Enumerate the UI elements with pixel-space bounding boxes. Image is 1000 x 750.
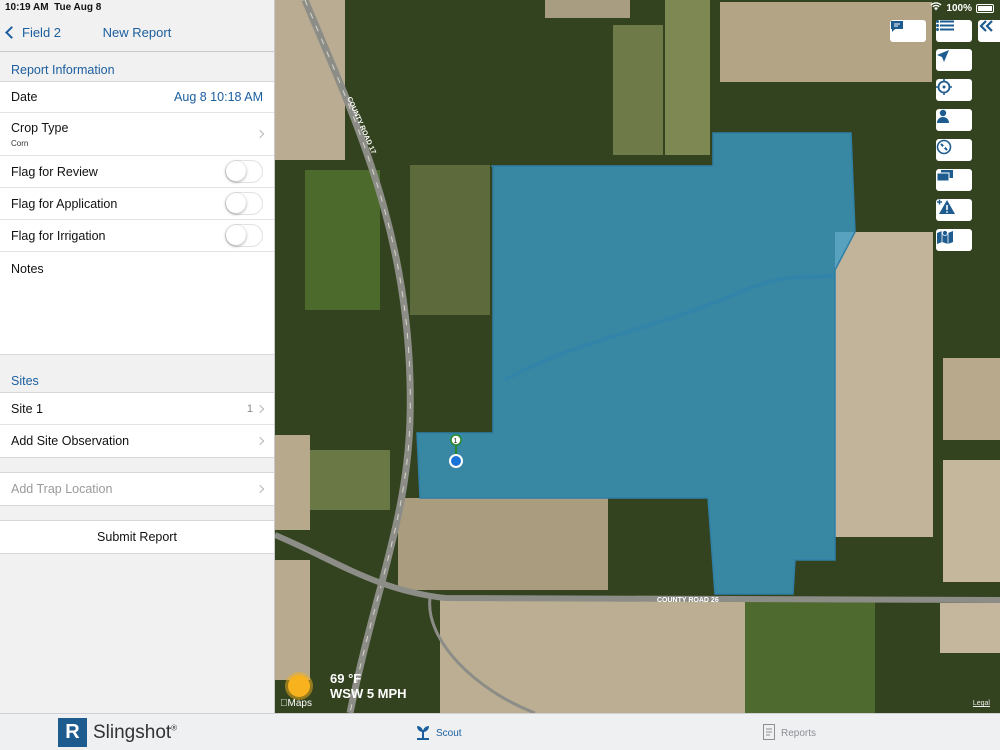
- field-parcel: [665, 0, 710, 155]
- chevron-right-icon: [255, 484, 265, 494]
- sites-group: Site 1 1 Add Site Observation: [0, 392, 274, 458]
- brand-name: Slingshot®: [93, 721, 178, 743]
- chevron-right-icon: [255, 404, 265, 413]
- report-panel: Field 2 New Report Report Information Da…: [0, 0, 275, 713]
- map-book-button[interactable]: [936, 229, 972, 251]
- field-parcel: [720, 2, 932, 82]
- date-label: Date: [11, 90, 38, 104]
- slingshot-logo-icon: R: [58, 718, 87, 747]
- report-info-header: Report Information: [11, 63, 115, 77]
- report-info-group: Date Aug 8 10:18 AM Crop Type Corn Flag …: [0, 81, 274, 355]
- battery-percent: 100%: [946, 2, 972, 14]
- add-trap-location-row[interactable]: Add Trap Location: [0, 473, 274, 505]
- field-parcel: [835, 232, 933, 537]
- trap-group: Add Trap Location: [0, 472, 274, 506]
- field-parcel: [613, 25, 663, 155]
- navigate-button[interactable]: [936, 49, 972, 71]
- chat-button[interactable]: [890, 20, 926, 42]
- scout-icon: [416, 724, 430, 743]
- sites-header: Sites: [11, 374, 39, 388]
- status-right: 100%: [930, 2, 994, 14]
- add-site-observation-row[interactable]: Add Site Observation: [0, 425, 274, 457]
- submit-report-label: Submit Report: [97, 530, 177, 544]
- flag-review-row: Flag for Review: [0, 156, 274, 188]
- field-parcel: [440, 600, 745, 713]
- weather-wind: WSW 5 MPH: [330, 686, 407, 701]
- status-time: 10:19 AM Tue Aug 8: [5, 2, 102, 13]
- crop-type-label: Crop Type: [11, 120, 69, 135]
- notes-label: Notes: [11, 262, 44, 276]
- field-parcel: [943, 460, 1000, 582]
- flag-irrigation-label: Flag for Irrigation: [11, 228, 106, 243]
- wifi-icon: [930, 2, 942, 14]
- tab-bar: R Slingshot® Scout Reports: [0, 713, 1000, 750]
- site-1-count: 1: [246, 402, 253, 415]
- brand-logo: R Slingshot®: [58, 718, 177, 747]
- tab-scout[interactable]: Scout: [416, 724, 462, 743]
- yard: [745, 600, 875, 713]
- tab-reports-label: Reports: [781, 728, 817, 739]
- compass-button[interactable]: [936, 139, 972, 161]
- marker-label: 1: [454, 438, 458, 445]
- sun-icon: [288, 675, 310, 697]
- satellite-imagery: COUNTY ROAD 17 COUNTY ROAD 26 1: [275, 0, 1000, 713]
- submit-report-button[interactable]: Submit Report: [0, 521, 274, 553]
- wetland: [410, 165, 490, 315]
- flag-irrigation-toggle[interactable]: [225, 224, 263, 247]
- tab-scout-label: Scout: [436, 728, 462, 739]
- layers-button[interactable]: [936, 169, 972, 191]
- chevron-right-icon: [255, 129, 265, 139]
- page-title: New Report: [102, 25, 172, 40]
- site-1-row[interactable]: Site 1 1: [0, 393, 274, 425]
- target-button[interactable]: [936, 79, 972, 101]
- crop-type-row[interactable]: Crop Type Corn: [0, 113, 274, 156]
- road-label-26: COUNTY ROAD 26: [657, 597, 719, 604]
- reports-icon: [763, 724, 775, 743]
- flag-review-toggle[interactable]: [225, 160, 263, 183]
- collapse-button[interactable]: [978, 20, 1000, 42]
- add-warning-button[interactable]: [936, 199, 972, 221]
- person-button[interactable]: [936, 109, 972, 131]
- add-trap-location-label: Add Trap Location: [11, 482, 113, 496]
- submit-group: Submit Report: [0, 520, 274, 554]
- apple-maps-logo: Maps: [280, 698, 312, 709]
- site-1-label: Site 1: [11, 401, 43, 416]
- flag-review-label: Flag for Review: [11, 164, 98, 179]
- flag-application-toggle[interactable]: [225, 192, 263, 215]
- date-row[interactable]: Date Aug 8 10:18 AM: [0, 82, 274, 113]
- flag-irrigation-row: Flag for Irrigation: [0, 220, 274, 252]
- list-button[interactable]: [936, 20, 972, 42]
- field-parcel: [275, 560, 310, 680]
- field-parcel: [305, 170, 380, 310]
- battery-icon: [976, 3, 994, 13]
- field-parcel: [943, 358, 1000, 440]
- flag-application-label: Flag for Application: [11, 196, 118, 211]
- weather-widget: 69 °F WSW 5 MPH: [280, 671, 407, 701]
- chevron-right-icon: [255, 436, 265, 446]
- date-value[interactable]: Aug 8 10:18 AM: [174, 90, 263, 104]
- map-view[interactable]: COUNTY ROAD 17 COUNTY ROAD 26 1 69 °F WS…: [275, 0, 1000, 713]
- add-site-observation-label: Add Site Observation: [11, 434, 130, 448]
- crop-type-value: Corn: [11, 138, 29, 148]
- field-parcel: [310, 450, 390, 510]
- field-parcel: [275, 0, 345, 160]
- field-parcel: [275, 435, 310, 530]
- site-marker-dot: [451, 456, 461, 466]
- legal-link[interactable]: Legal: [973, 700, 990, 707]
- notes-field[interactable]: Notes: [0, 252, 274, 354]
- weather-temp: 69 °F: [330, 671, 362, 686]
- field-parcel: [398, 498, 608, 590]
- field-parcel: [940, 603, 1000, 653]
- tab-reports[interactable]: Reports: [763, 724, 816, 743]
- status-bar: 10:19 AM Tue Aug 8 100%: [0, 0, 1000, 14]
- flag-application-row: Flag for Application: [0, 188, 274, 220]
